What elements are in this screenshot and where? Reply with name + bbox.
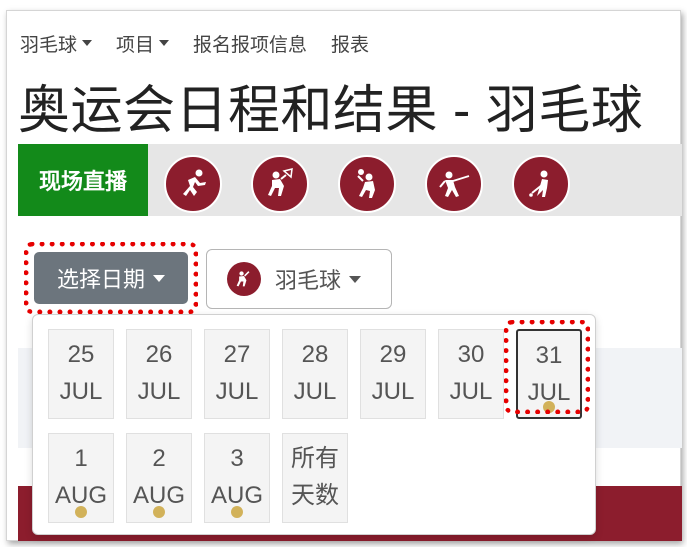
date-day: 2	[152, 445, 166, 472]
page-title: 奥运会日程和结果 - 羽毛球	[18, 82, 644, 140]
date-option[interactable]: 29 JUL	[360, 329, 426, 419]
date-day: 27	[223, 341, 251, 368]
date-day: 28	[301, 341, 329, 368]
date-option[interactable]: 3 AUG	[204, 433, 270, 523]
event-dot-icon	[231, 506, 243, 518]
event-dot-icon	[543, 401, 555, 413]
nav-item-badminton[interactable]: 羽毛球	[20, 30, 93, 57]
caret-down-icon	[349, 275, 362, 283]
badminton-icon	[227, 262, 261, 296]
date-day: 30	[457, 341, 485, 368]
date-month: JUL	[215, 378, 259, 405]
date-day: 26	[145, 341, 173, 368]
athletics-icon[interactable]	[164, 155, 222, 213]
nav-item-label: 报表	[331, 34, 370, 56]
date-day: 1	[74, 445, 88, 472]
date-month: JUL	[59, 378, 103, 405]
event-dot-icon	[153, 506, 165, 518]
select-date-button[interactable]: 选择日期	[34, 252, 188, 304]
nav-item-entries[interactable]: 报名报项信息	[193, 30, 307, 57]
date-option[interactable]: 1 AUG	[48, 433, 114, 523]
date-month: JUL	[371, 378, 415, 405]
nav-item-reports[interactable]: 报表	[331, 30, 369, 57]
date-option[interactable]: 30 JUL	[438, 329, 504, 419]
date-day: 29	[379, 341, 407, 368]
sport-strip: 现场直播	[18, 144, 682, 216]
top-nav: 羽毛球 项目 报名报项信息 报表	[20, 28, 393, 58]
badminton-icon[interactable]	[251, 155, 309, 213]
all-days-label: 天数	[291, 482, 339, 509]
nav-item-events[interactable]: 项目	[116, 30, 170, 57]
all-days-option[interactable]: 所有 天数	[282, 433, 348, 523]
caret-down-icon	[159, 40, 170, 46]
fencing-icon[interactable]	[425, 155, 483, 213]
golf-icon[interactable]	[512, 155, 570, 213]
date-day: 31	[535, 342, 563, 369]
date-option[interactable]: 2 AUG	[126, 433, 192, 523]
date-option[interactable]: 27 JUL	[204, 329, 270, 419]
date-month: JUL	[449, 378, 493, 405]
date-dropdown-menu: 25 JUL 26 JUL 27 JUL 28 JUL 29 JUL 30 JU…	[32, 314, 596, 535]
date-day: 25	[67, 341, 95, 368]
select-date-label: 选择日期	[56, 267, 145, 292]
nav-item-label: 报名报项信息	[193, 34, 308, 56]
sport-select-button[interactable]: 羽毛球	[206, 249, 392, 309]
all-days-label: 所有	[291, 445, 339, 472]
date-month: JUL	[137, 378, 181, 405]
date-option[interactable]: 28 JUL	[282, 329, 348, 419]
nav-item-label: 羽毛球	[20, 34, 78, 56]
date-option[interactable]: 26 JUL	[126, 329, 192, 419]
date-option-selected[interactable]: 31 JUL	[516, 329, 582, 419]
date-month: JUL	[293, 378, 337, 405]
date-button-highlight: 选择日期	[24, 242, 198, 314]
live-button[interactable]: 现场直播	[18, 144, 148, 216]
caret-down-icon	[153, 274, 165, 282]
basketball-icon[interactable]	[338, 155, 396, 213]
date-day: 3	[230, 445, 244, 472]
caret-down-icon	[82, 40, 93, 46]
nav-item-label: 项目	[116, 34, 155, 56]
date-option[interactable]: 25 JUL	[48, 329, 114, 419]
sport-select-label: 羽毛球	[275, 268, 342, 293]
event-dot-icon	[75, 506, 87, 518]
